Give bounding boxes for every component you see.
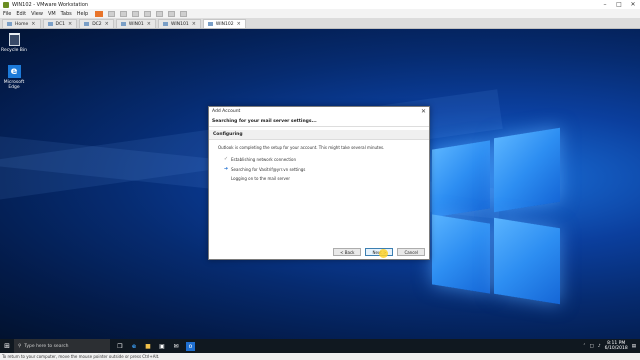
window-title: WIN102 - VMware Workstation <box>12 1 89 8</box>
taskbar-pinned: ❒ e ■ ▣ ✉ o <box>116 341 195 351</box>
taskbar: ⊞ ⚲ Type here to search ❒ e ■ ▣ ✉ o ˄ □ … <box>0 339 640 353</box>
store-icon[interactable]: ▣ <box>158 342 166 350</box>
chevron-up-icon[interactable]: ˄ <box>583 344 585 349</box>
dialog-title: Add Account <box>212 109 241 114</box>
windows-logo <box>432 127 560 305</box>
home-icon <box>7 22 12 26</box>
add-account-dialog: Add Account ✕ Searching for your mail se… <box>208 106 430 260</box>
step-logon: Logging on to the mail server <box>218 176 429 181</box>
step-label: Establishing network connection <box>231 156 297 162</box>
clock-date: 6/10/2018 <box>604 346 628 351</box>
file-explorer-icon[interactable]: ■ <box>144 342 152 350</box>
vm-icon <box>84 22 90 26</box>
menu-edit[interactable]: Edit <box>16 11 26 17</box>
section-header: Configuring <box>209 130 429 140</box>
system-tray: ˄ □ ♪ 8:11 PM 6/10/2018 ▤ <box>583 339 636 353</box>
vm-icon <box>207 22 213 26</box>
console-view-icon[interactable] <box>180 10 188 17</box>
logo-pane <box>432 214 490 294</box>
windows-icon: ⊞ <box>4 342 10 350</box>
menu-help[interactable]: Help <box>77 11 88 17</box>
back-button[interactable]: < Back <box>333 248 362 256</box>
full-screen-icon[interactable] <box>156 10 164 17</box>
desktop-icon-label: Recycle Bin <box>1 48 27 53</box>
task-view-icon[interactable]: ❒ <box>116 342 124 350</box>
tab-label: WIN102 <box>215 21 234 27</box>
recycle-bin-icon <box>8 33 20 46</box>
clock[interactable]: 8:11 PM 6/10/2018 <box>605 341 628 351</box>
vmware-app-icon <box>3 1 9 8</box>
desktop-icon-recycle-bin[interactable]: Recycle Bin <box>0 33 28 53</box>
setup-description: Outlook is completing the setup for your… <box>218 145 385 150</box>
volume-icon[interactable]: ♪ <box>598 344 601 349</box>
tab-win102[interactable]: WIN102 × <box>202 19 246 28</box>
step-label: Searching for Vasitrif@yrr.vn settings <box>231 166 306 172</box>
close-icon[interactable]: × <box>237 21 241 27</box>
checkmark-icon: ✓ <box>223 156 229 162</box>
menu-vm[interactable]: VM <box>48 11 56 17</box>
tab-win101[interactable]: WIN101 × <box>157 19 201 28</box>
close-icon[interactable]: × <box>68 21 72 27</box>
vmware-title-bar: WIN102 - VMware Workstation – □ ✕ <box>0 0 640 9</box>
tab-label: WIN101 <box>170 21 189 27</box>
desktop-icon-edge[interactable]: e Microsoft Edge <box>0 65 28 90</box>
close-icon[interactable]: × <box>147 21 151 27</box>
dialog-heading: Searching for your mail server settings.… <box>209 116 429 127</box>
tab-label: DC2 <box>92 21 102 27</box>
pause-icon[interactable] <box>95 10 104 17</box>
step-network: ✓ Establishing network connection <box>218 156 429 162</box>
search-placeholder: Type here to search <box>24 343 69 349</box>
tab-win01[interactable]: WIN01 × <box>115 19 156 28</box>
tab-dc2[interactable]: DC2 × <box>79 19 114 28</box>
dialog-body: Outlook is completing the setup for your… <box>209 140 429 181</box>
vmware-menu-bar: File Edit View VM Tabs Help <box>0 9 640 18</box>
vm-icon <box>120 22 126 26</box>
vmware-status-bar: To return to your computer, move the mou… <box>0 353 640 360</box>
close-button[interactable]: ✕ <box>626 0 640 9</box>
tab-label: Home <box>15 21 29 27</box>
close-icon[interactable]: × <box>31 21 35 27</box>
maximize-button[interactable]: □ <box>612 0 626 9</box>
snapshot-icon[interactable] <box>120 10 128 17</box>
revert-snapshot-icon[interactable] <box>132 10 140 17</box>
window-controls: – □ ✕ <box>598 0 640 9</box>
search-icon: ⚲ <box>18 343 22 349</box>
mail-icon[interactable]: ✉ <box>172 342 180 350</box>
menu-file[interactable]: File <box>3 11 11 17</box>
unity-icon[interactable] <box>168 10 176 17</box>
vm-tab-strip: Home × DC1 × DC2 × WIN01 × WIN101 × WIN1… <box>0 18 640 29</box>
desktop-icon-label: Microsoft Edge <box>3 80 25 90</box>
network-icon[interactable]: □ <box>590 344 594 349</box>
cursor-highlight <box>379 249 388 258</box>
send-ctrl-alt-del-icon[interactable] <box>108 10 116 17</box>
taskbar-search[interactable]: ⚲ Type here to search <box>14 339 110 353</box>
edge-icon[interactable]: e <box>130 342 138 350</box>
menu-tabs[interactable]: Tabs <box>61 11 72 17</box>
cancel-button[interactable]: Cancel <box>397 248 425 256</box>
vm-icon <box>162 22 168 26</box>
menu-view[interactable]: View <box>31 11 43 17</box>
logo-pane <box>494 217 560 305</box>
logo-pane <box>432 140 490 218</box>
tab-label: DC1 <box>55 21 65 27</box>
dialog-title-bar: Add Account ✕ <box>209 107 429 116</box>
step-label: Logging on to the mail server <box>231 176 291 181</box>
step-search-settings: ➜ Searching for Vasitrif@yrr.vn settings <box>218 166 429 172</box>
vm-icon <box>47 22 53 26</box>
edge-icon: e <box>7 65 21 78</box>
start-button[interactable]: ⊞ <box>0 339 14 353</box>
minimize-button[interactable]: – <box>598 0 612 9</box>
close-icon[interactable]: × <box>192 21 196 27</box>
logo-pane <box>494 127 560 213</box>
tab-dc1[interactable]: DC1 × <box>42 19 78 28</box>
arrow-right-icon: ➜ <box>223 166 229 172</box>
close-icon[interactable]: × <box>105 21 109 27</box>
tab-home[interactable]: Home × <box>2 19 41 28</box>
notifications-icon[interactable]: ▤ <box>632 344 636 349</box>
snapshot-manager-icon[interactable] <box>144 10 152 17</box>
outlook-icon[interactable]: o <box>186 341 195 351</box>
tab-label: WIN01 <box>128 21 144 27</box>
close-icon[interactable]: ✕ <box>421 108 426 115</box>
